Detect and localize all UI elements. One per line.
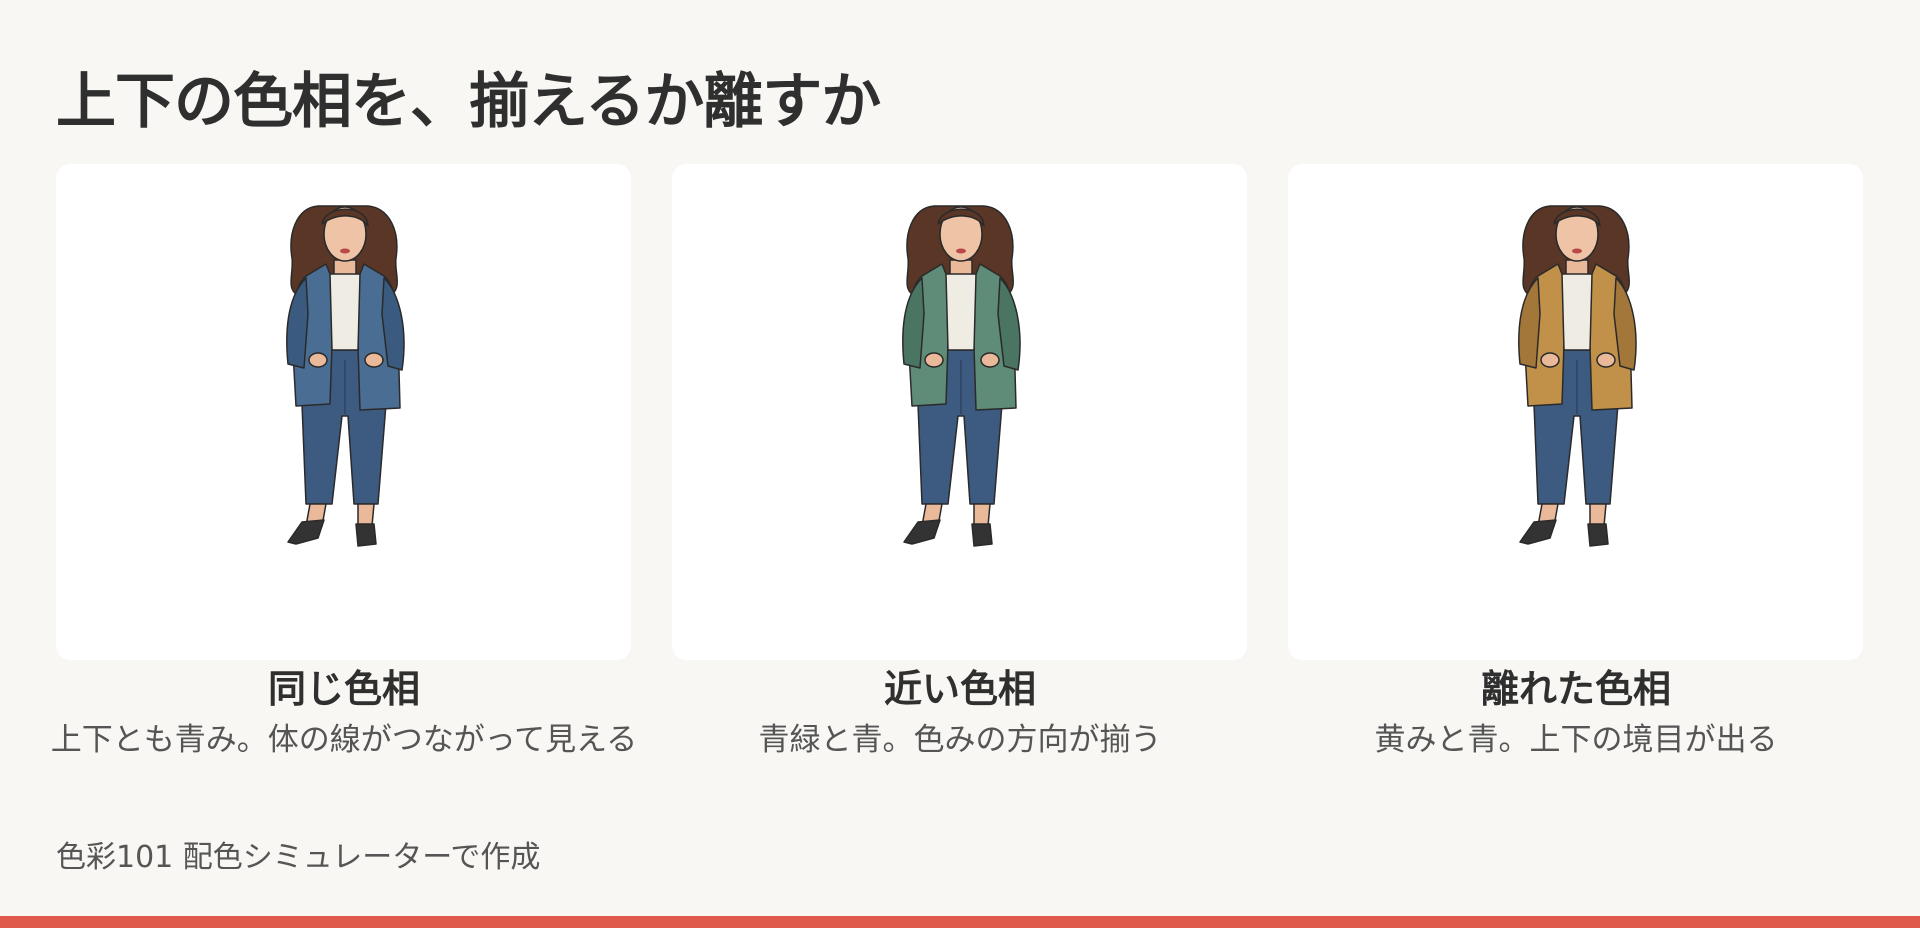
right-ankle	[1589, 503, 1607, 527]
figure-illustration	[902, 205, 1021, 547]
outfit-card-far-hue	[1288, 164, 1863, 660]
left-sleeve	[286, 277, 309, 369]
caption-title: 離れた色相	[1480, 667, 1671, 711]
outfit-card-same-hue	[56, 164, 631, 660]
left-shoe	[287, 519, 325, 545]
right-shoe	[355, 523, 377, 547]
figure-illustration	[286, 205, 405, 547]
figure-illustration	[1518, 205, 1637, 547]
caption-description: 上下とも青み。体の線がつながって見える	[50, 722, 638, 758]
lips	[956, 248, 966, 254]
top-shirt	[1561, 273, 1593, 351]
top-shirt	[329, 273, 361, 351]
page-title: 上下の色相を、揃えるか離すか	[56, 67, 881, 137]
caption-description: 黄みと青。上下の境目が出る	[1374, 722, 1778, 758]
right-shoe	[1587, 523, 1609, 547]
caption-description: 青緑と青。色みの方向が揃う	[758, 722, 1162, 758]
right-ankle	[357, 503, 375, 527]
outfit-card-near-hue	[672, 164, 1247, 660]
lips	[1572, 248, 1582, 254]
left-shoe	[1519, 519, 1557, 545]
left-hand	[924, 352, 944, 368]
caption-title: 近い色相	[883, 667, 1036, 711]
right-hand	[980, 352, 1000, 368]
footer-credit: 色彩101 配色シミュレーターで作成	[56, 840, 541, 875]
right-hand	[1596, 352, 1616, 368]
left-sleeve	[902, 277, 925, 369]
top-shirt	[945, 273, 977, 351]
caption-title: 同じ色相	[267, 667, 420, 711]
right-shoe	[971, 523, 993, 547]
left-sleeve	[1518, 277, 1541, 369]
right-ankle	[973, 503, 991, 527]
left-hand	[308, 352, 328, 368]
left-hand	[1540, 352, 1560, 368]
accent-bar	[0, 916, 1920, 928]
right-hand	[364, 352, 384, 368]
lips	[340, 248, 350, 254]
left-shoe	[903, 519, 941, 545]
